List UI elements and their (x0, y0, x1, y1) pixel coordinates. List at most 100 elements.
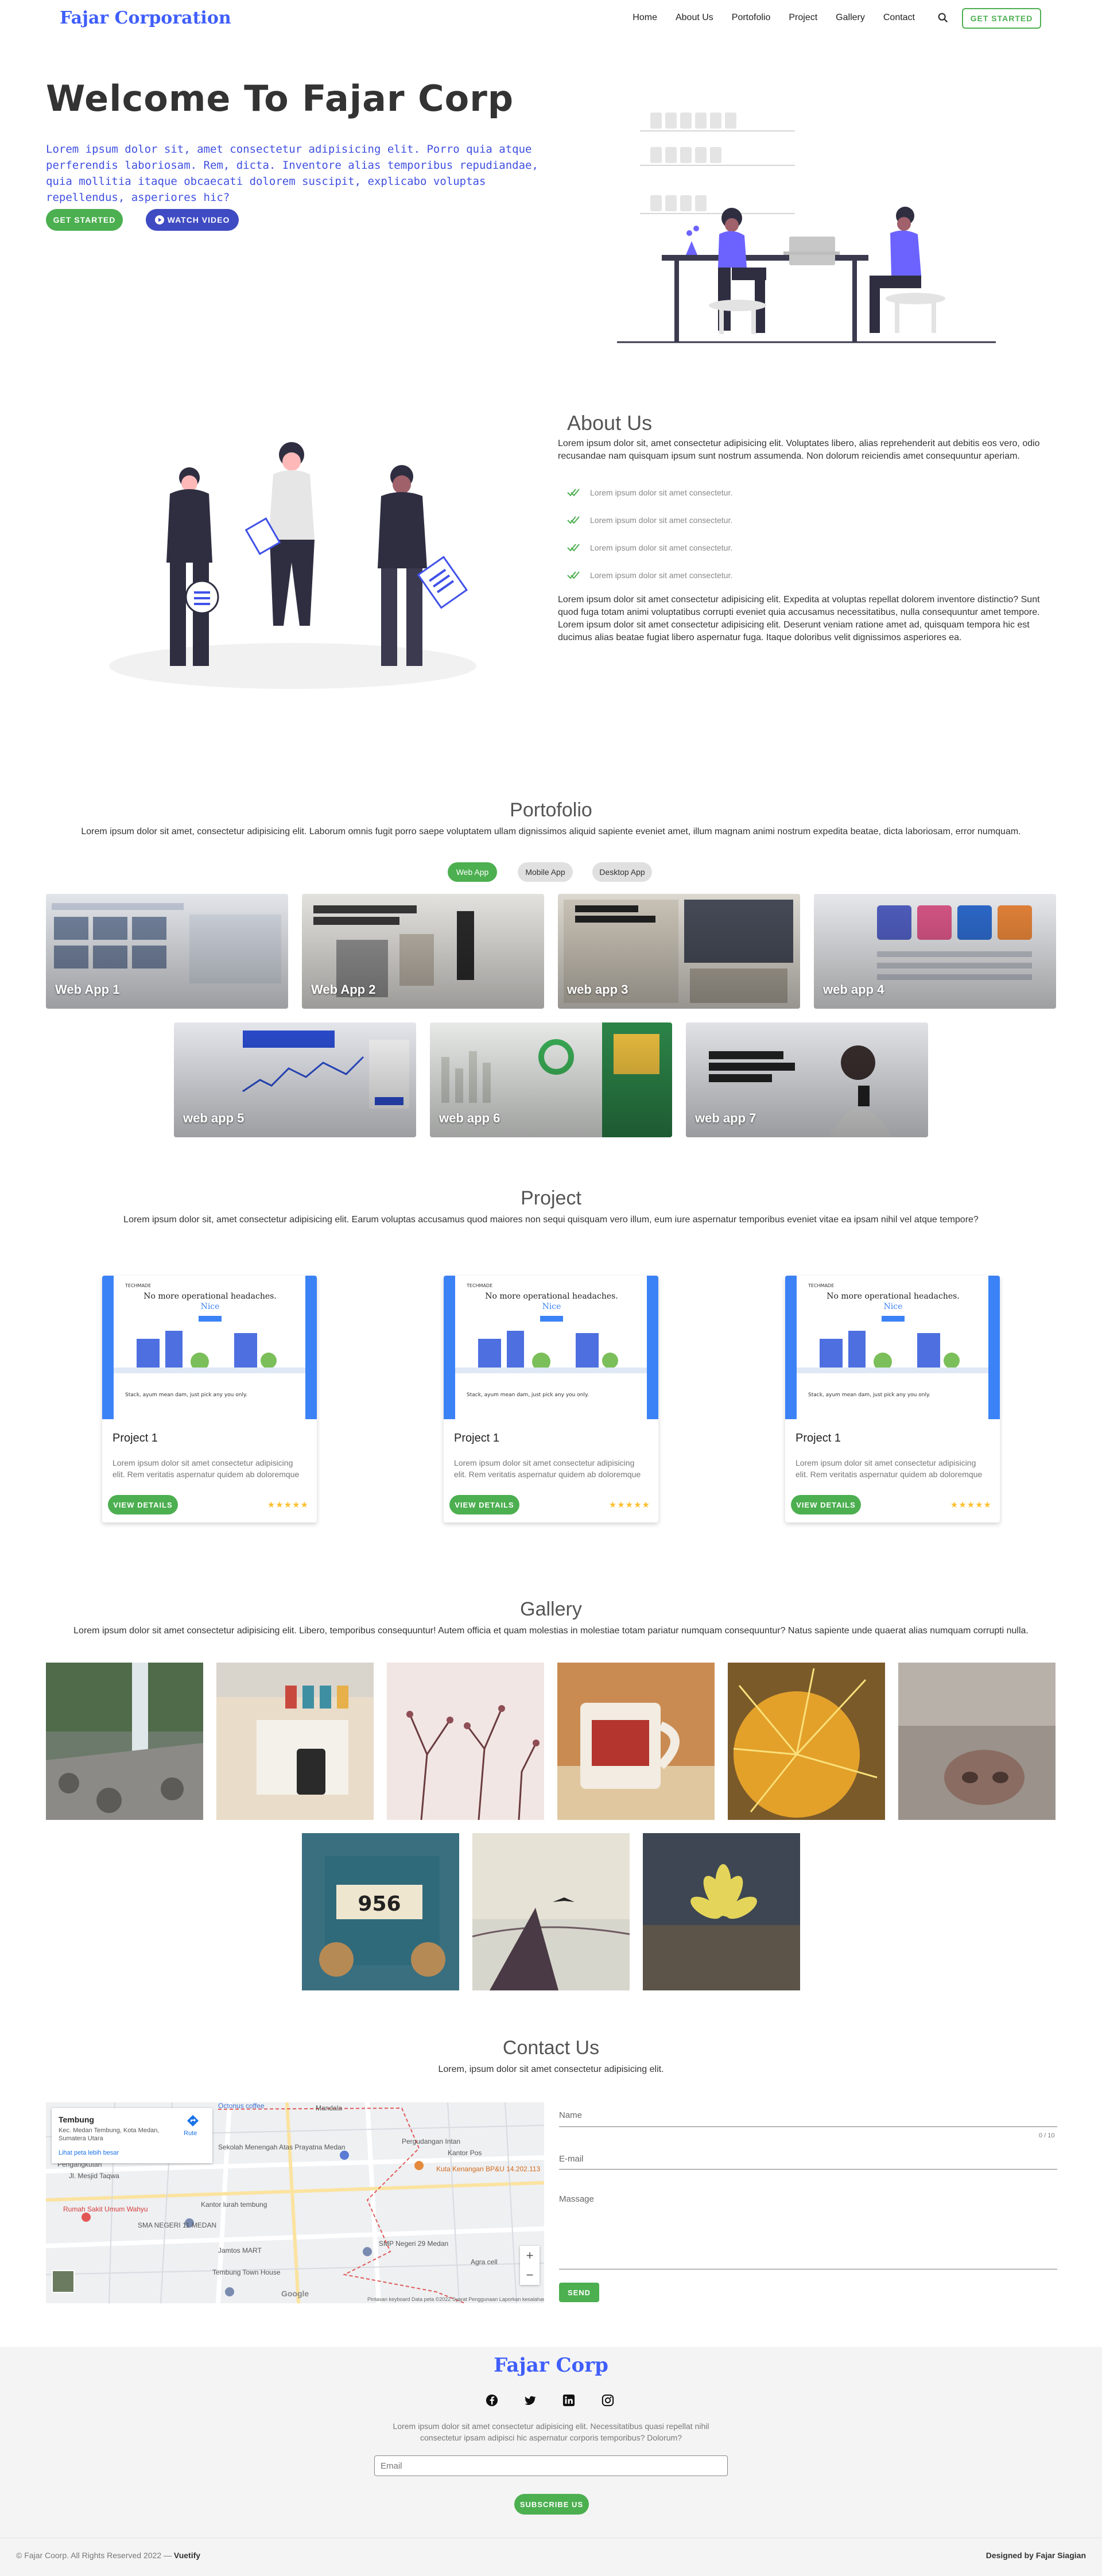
project-image: No more operational headaches. Nice Stack,… (444, 1276, 658, 1419)
mock-sub: Stack, ayum mean dam, just pick any you … (467, 1392, 589, 1398)
portfolio-title: Portofolio (510, 799, 592, 821)
about-title: About Us (567, 411, 653, 435)
gallery-image-cat-nose[interactable] (898, 1663, 1056, 1820)
rating-stars: ★★★★★ (950, 1500, 992, 1510)
gallery-image-bird[interactable] (472, 1833, 630, 1990)
nav-get-started-button[interactable]: GET STARTED (962, 8, 1041, 29)
map-label: Kantor lurah tembung (201, 2201, 267, 2209)
twitter-icon[interactable] (523, 2394, 536, 2407)
filter-desktop-app[interactable]: Desktop App (592, 862, 652, 882)
zoom-in-icon[interactable]: + (520, 2246, 540, 2265)
portfolio-card[interactable]: web app 5 (174, 1022, 416, 1137)
filter-web-app[interactable]: Web App (448, 862, 497, 882)
nav-menu: Home About Us Portofolio Project Gallery… (623, 11, 924, 24)
contact-title: Contact Us (502, 2037, 600, 2059)
check-icon (567, 516, 580, 524)
gallery-image-desk[interactable] (216, 1663, 374, 1820)
portfolio-card[interactable]: web app 4 (814, 894, 1056, 1009)
view-details-button[interactable]: VIEW DETAILS (108, 1495, 178, 1514)
name-input[interactable] (559, 2126, 1057, 2127)
map-address: Kec. Medan Tembung, Kota Medan, Sumatera… (59, 2127, 160, 2142)
project-card-title: Project 1 (796, 1432, 841, 1444)
nav-item-about[interactable]: About Us (666, 11, 723, 24)
project-mockup: No more operational headaches.Nice Stack,… (455, 1276, 647, 1419)
gallery-image-mug[interactable] (557, 1663, 715, 1820)
linkedin-icon[interactable] (562, 2394, 575, 2407)
map-footer: Pintasan keyboard Data peta ©2022 Syarat… (367, 2296, 544, 2302)
portfolio-card-label: web app 7 (695, 1111, 756, 1125)
filter-mobile-app[interactable]: Mobile App (518, 862, 573, 882)
get-started-button[interactable]: GET STARTED (46, 209, 123, 231)
about-check-item: Lorem ipsum dolor sit amet consectetur. (567, 543, 732, 552)
gallery-title: Gallery (520, 1598, 582, 1620)
gallery-image-cactus[interactable] (728, 1663, 885, 1820)
about-illustration (109, 442, 476, 689)
check-label: Lorem ipsum dolor sit amet consectetur. (590, 488, 733, 497)
check-icon (567, 489, 580, 497)
gallery-image-truck[interactable]: 956 (302, 1833, 459, 1990)
mock-headline-accent: Nice (201, 1302, 220, 1311)
map-place: Tembung (59, 2115, 94, 2124)
brand-logo[interactable]: Fajar Corporation (60, 8, 231, 28)
facebook-icon[interactable] (486, 2394, 498, 2407)
map-label: Kuta Kenangan BP&U 14.202.113 (436, 2165, 541, 2173)
newsletter-email-input[interactable] (374, 2455, 728, 2476)
nav-item-gallery[interactable]: Gallery (826, 11, 874, 24)
send-button[interactable]: SEND (559, 2283, 599, 2302)
copyright-text: © Fajar Coorp. All Rights Reserved 2022 … (16, 2551, 172, 2560)
project-image: No more operational headaches. Nice Stack,… (785, 1276, 1000, 1419)
designed-by: Designed by Fajar Siagian (985, 2551, 1086, 2560)
gallery-image-flower[interactable] (643, 1833, 800, 1990)
nav-item-project[interactable]: Project (779, 11, 826, 24)
directions-icon[interactable] (186, 2114, 200, 2128)
mock-logo: TECHMADE (125, 1283, 151, 1288)
portfolio-card[interactable]: web app 3 (558, 894, 800, 1009)
mock-logo: TECHMADE (808, 1283, 834, 1288)
project-card: No more operational headaches. Nice Stack,… (444, 1276, 658, 1523)
rating-stars: ★★★★★ (267, 1500, 309, 1510)
map-embed[interactable]: Sekolah Menengah Atas Prayatna Medan Per… (46, 2102, 544, 2303)
mock-headline: No more operational headaches. (143, 1292, 277, 1301)
about-check-item: Lorem ipsum dolor sit amet consectetur. (567, 488, 732, 497)
gallery-image-waterfall[interactable] (46, 1663, 203, 1820)
portfolio-card[interactable]: Web App 1 (46, 894, 288, 1009)
view-details-button[interactable]: VIEW DETAILS (791, 1495, 861, 1514)
nav-item-contact[interactable]: Contact (874, 11, 924, 24)
check-label: Lorem ipsum dolor sit amet consectetur. (590, 516, 733, 525)
map-label: Rumah Sakit Umum Wahyu (63, 2205, 148, 2213)
map-label: Agra cell (471, 2258, 498, 2266)
mock-sub: Stack, ayum mean dam, just pick any you … (808, 1392, 930, 1398)
map-label: Pergudangan Intan (402, 2137, 460, 2145)
instagram-icon[interactable] (602, 2394, 614, 2407)
check-icon (567, 544, 580, 552)
portfolio-card-label: web app 3 (567, 982, 628, 997)
email-input[interactable] (559, 2169, 1057, 2170)
watch-video-button[interactable]: WATCH VIDEO (146, 209, 239, 231)
footer-text: Lorem ipsum dolor sit amet consectetur a… (393, 2422, 709, 2442)
contact-desc: Lorem, ipsum dolor sit amet consectetur … (438, 2064, 664, 2074)
check-label: Lorem ipsum dolor sit amet consectetur. (590, 571, 733, 580)
gallery-desc: Lorem ipsum dolor sit amet consectetur a… (73, 1626, 1029, 1636)
route-label[interactable]: Rute (184, 2130, 197, 2137)
gallery-image-branches[interactable] (387, 1663, 544, 1820)
search-icon[interactable] (937, 11, 949, 24)
portfolio-card[interactable]: Web App 2 (302, 894, 544, 1009)
subscribe-button[interactable]: SUBSCRIBE US (514, 2494, 589, 2515)
project-card-text: Lorem ipsum dolor sit amet consectetur a… (454, 1458, 641, 1479)
map-bigger-link[interactable]: Lihat peta lebih besar (59, 2149, 119, 2156)
email-label: E-mail (559, 2154, 584, 2164)
mock-headline-accent: Nice (542, 1302, 561, 1311)
satellite-toggle[interactable] (52, 2270, 75, 2293)
zoom-out-icon[interactable]: − (520, 2265, 540, 2285)
project-card-text: Lorem ipsum dolor sit amet consectetur a… (796, 1458, 983, 1479)
message-label: Massage (559, 2194, 594, 2204)
view-details-button[interactable]: VIEW DETAILS (449, 1495, 519, 1514)
portfolio-card[interactable]: web app 7 (686, 1022, 928, 1137)
nav-item-portfolio[interactable]: Portofolio (723, 11, 780, 24)
hero-title: Welcome To Fajar Corp (46, 78, 514, 119)
about-intro: Lorem ipsum dolor sit, amet consectetur … (558, 439, 1040, 461)
map-label: SMP Negeri 29 Medan (379, 2240, 448, 2248)
check-icon (567, 571, 580, 579)
portfolio-card[interactable]: web app 6 (430, 1022, 672, 1137)
nav-item-home[interactable]: Home (623, 11, 666, 24)
